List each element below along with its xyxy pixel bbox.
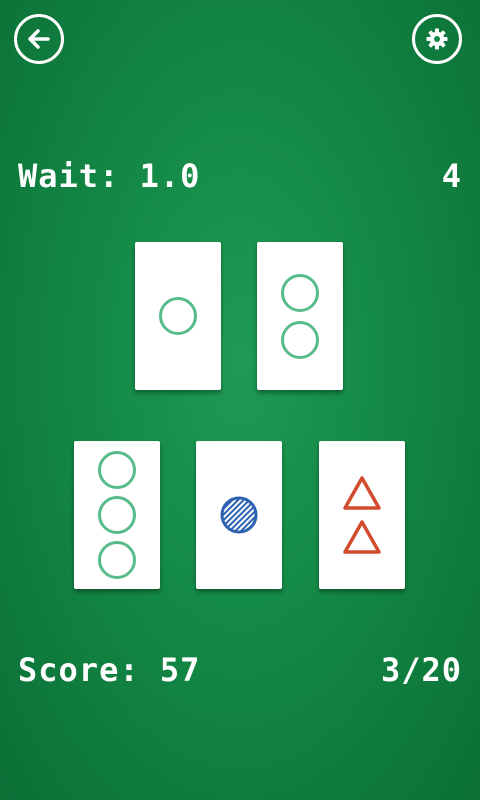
card-5[interactable]	[319, 441, 405, 589]
card-1[interactable]	[135, 242, 221, 390]
blue-striped-circle-icon	[220, 496, 258, 534]
green-outline-circle-icon	[98, 496, 136, 534]
wait-timer: Wait: 1.0	[18, 157, 201, 195]
card-2[interactable]	[257, 242, 343, 390]
arrow-left-icon	[28, 29, 50, 49]
green-outline-circle-icon	[98, 541, 136, 579]
green-outline-circle-icon	[98, 451, 136, 489]
round-progress: 3/20	[380, 651, 462, 689]
green-outline-circle-icon	[281, 320, 319, 359]
gear-icon	[426, 28, 448, 50]
red-outline-triangle-icon	[343, 520, 381, 554]
settings-button[interactable]	[412, 14, 462, 64]
score-label: Score: 57	[18, 651, 201, 689]
green-outline-circle-icon	[159, 297, 197, 335]
green-outline-circle-icon	[281, 273, 319, 312]
card-3[interactable]	[74, 441, 160, 589]
sets-remaining-count: 4	[441, 157, 462, 195]
card-4[interactable]	[196, 441, 282, 589]
back-button[interactable]	[14, 14, 64, 64]
red-outline-triangle-icon	[343, 476, 381, 510]
